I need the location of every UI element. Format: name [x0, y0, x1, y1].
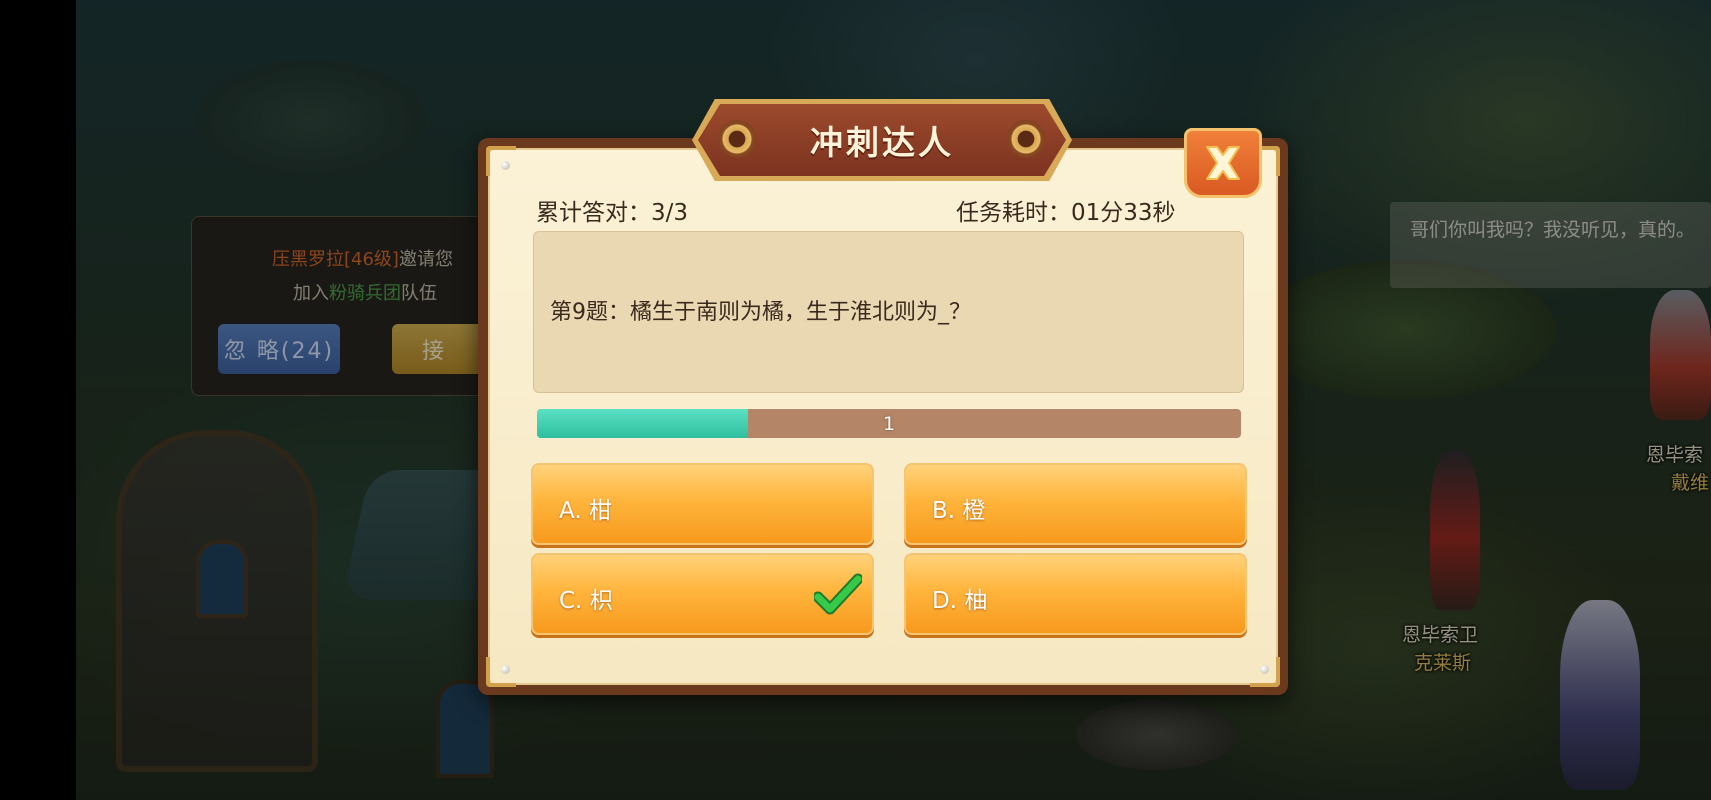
option-a-button[interactable]: A. 柑	[531, 463, 874, 545]
option-c-label: C. 枳	[559, 588, 613, 614]
rivet	[1260, 665, 1269, 674]
countdown-label: 1	[882, 412, 896, 435]
option-d-label: D. 柚	[932, 588, 988, 614]
close-icon	[1206, 146, 1240, 180]
banner-stud-right	[1007, 120, 1045, 158]
corner-ornament	[486, 146, 516, 176]
elapsed-time: 任务耗时：01分33秒	[956, 200, 1176, 226]
question-text: 第9题：橘生于南则为橘，生于淮北则为_？	[550, 300, 971, 325]
option-b-button[interactable]: B. 橙	[904, 463, 1247, 545]
option-d-button[interactable]: D. 柚	[904, 553, 1247, 635]
question-box: 第9题：橘生于南则为橘，生于淮北则为_？	[533, 231, 1244, 393]
rivet	[501, 665, 510, 674]
rivet	[501, 161, 510, 170]
option-b-label: B. 橙	[932, 498, 986, 524]
close-button[interactable]	[1184, 128, 1262, 198]
correct-count: 累计答对：3/3	[536, 200, 689, 226]
checkmark-icon	[814, 573, 862, 615]
option-c-button[interactable]: C. 枳	[531, 553, 874, 635]
option-a-label: A. 柑	[559, 498, 612, 524]
quiz-title: 冲刺达人	[810, 123, 954, 162]
countdown-bar: 1	[537, 409, 1241, 438]
banner-stud-left	[718, 120, 756, 158]
